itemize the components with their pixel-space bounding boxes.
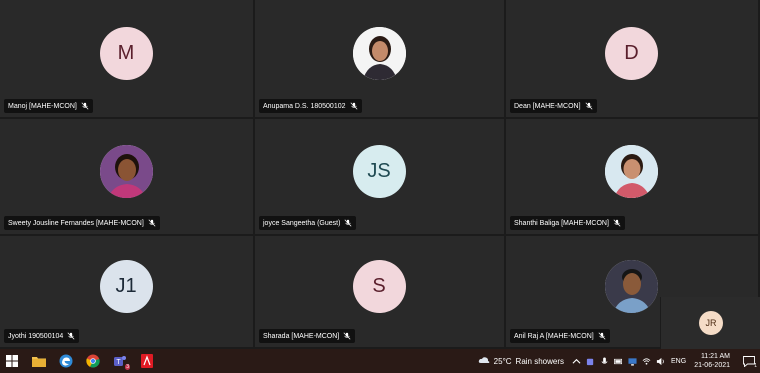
- language-indicator[interactable]: ENG: [671, 358, 686, 365]
- participant-tile[interactable]: Anupama D.S. 180500102: [255, 0, 506, 119]
- microphone-icon[interactable]: [600, 356, 609, 366]
- notification-icon: [743, 355, 755, 367]
- participant-avatar: D: [605, 26, 658, 80]
- participant-name-label: Sharada [MAHE-MCON]: [259, 329, 356, 343]
- system-tray: 25°C Rain showers ENG 11:21 AM 21-06-202…: [478, 349, 760, 373]
- person-photo-icon: [605, 259, 658, 313]
- notification-badge: 1: [754, 363, 757, 369]
- participant-tile[interactable]: M Manoj [MAHE-MCON]: [0, 0, 255, 119]
- edge-icon[interactable]: [54, 349, 78, 373]
- participant-name: Jyothi 190500104: [8, 332, 64, 340]
- muted-mic-icon: [81, 102, 89, 110]
- windows-taskbar: T 3 25°C Rain showers ENG 11:21 AM 21-06…: [0, 349, 760, 373]
- muted-mic-icon: [148, 219, 156, 227]
- person-photo-icon: [99, 144, 153, 198]
- participant-name-label: Anupama D.S. 180500102: [259, 99, 362, 113]
- teams-icon[interactable]: T 3: [108, 349, 132, 373]
- weather-temp: 25°C: [493, 356, 512, 366]
- participant-avatar: M: [99, 26, 153, 80]
- chevron-up-icon[interactable]: [572, 357, 581, 366]
- muted-mic-icon: [350, 102, 357, 110]
- speaker-icon[interactable]: [656, 357, 665, 366]
- participant-name: Dean [MAHE-MCON]: [514, 102, 581, 110]
- participant-name: Anil Raj A [MAHE-MCON]: [514, 332, 594, 340]
- participant-photo-avatar: [605, 259, 658, 313]
- tray-icons: [572, 356, 665, 366]
- participant-tile[interactable]: J1 Jyothi 190500104: [0, 236, 255, 349]
- weather-widget[interactable]: 25°C Rain showers: [478, 356, 564, 366]
- muted-mic-icon: [585, 102, 592, 110]
- participant-name: Sweety Jousline Fernandes [MAHE-MCON]: [8, 219, 144, 227]
- notification-center-button[interactable]: 1: [738, 349, 760, 373]
- participant-avatar: S: [352, 259, 406, 313]
- teams-badge: 3: [125, 364, 130, 370]
- participant-tile[interactable]: D Dean [MAHE-MCON]: [506, 0, 760, 119]
- participant-photo-avatar: [605, 144, 658, 198]
- participant-grid: M Manoj [MAHE-MCON] Anupama D.S. 1805001…: [0, 0, 760, 349]
- participant-name: Anupama D.S. 180500102: [263, 102, 346, 110]
- participant-name-label: Sweety Jousline Fernandes [MAHE-MCON]: [4, 216, 160, 230]
- clock[interactable]: 11:21 AM 21-06-2021: [694, 352, 730, 370]
- muted-mic-icon: [343, 332, 351, 340]
- weather-condition: Rain showers: [515, 356, 565, 366]
- participant-avatar: JS: [352, 144, 406, 198]
- cloud-rain-icon: [478, 357, 490, 363]
- svg-text:T: T: [116, 359, 121, 366]
- muted-mic-icon: [67, 332, 75, 340]
- participant-tile[interactable]: JS joyce Sangeetha (Guest): [255, 119, 506, 236]
- battery-icon[interactable]: [614, 357, 623, 366]
- file-explorer-icon[interactable]: [27, 349, 51, 373]
- wifi-icon[interactable]: [642, 357, 651, 366]
- participant-tile[interactable]: S Sharada [MAHE-MCON]: [255, 236, 506, 349]
- participant-name-label: Jyothi 190500104: [4, 329, 80, 343]
- participant-name-label: Manoj [MAHE-MCON]: [4, 99, 93, 113]
- clock-date: 21-06-2021: [694, 362, 730, 369]
- participant-name-label: Shanthi Baliga [MAHE-MCON]: [510, 216, 625, 230]
- participant-name: Sharada [MAHE-MCON]: [263, 332, 340, 340]
- participant-name-label: Anil Raj A [MAHE-MCON]: [510, 329, 610, 343]
- clock-time: 11:21 AM: [700, 353, 730, 360]
- windows-start-icon[interactable]: [0, 349, 24, 373]
- self-view-tile[interactable]: JR: [660, 297, 760, 349]
- acrobat-icon[interactable]: [135, 349, 159, 373]
- participant-name: Shanthi Baliga [MAHE-MCON]: [514, 219, 609, 227]
- meeting-stage: M Manoj [MAHE-MCON] Anupama D.S. 1805001…: [0, 0, 760, 349]
- participant-name-label: Dean [MAHE-MCON]: [510, 99, 597, 113]
- participant-avatar: J1: [99, 259, 153, 313]
- participant-tile[interactable]: Shanthi Baliga [MAHE-MCON]: [506, 119, 760, 236]
- person-photo-icon: [605, 144, 658, 198]
- chrome-icon[interactable]: [81, 349, 105, 373]
- participant-name: joyce Sangeetha (Guest): [263, 219, 341, 227]
- display-icon[interactable]: [628, 357, 637, 366]
- muted-mic-icon: [344, 219, 352, 227]
- muted-mic-icon: [598, 332, 606, 340]
- participant-tile[interactable]: Sweety Jousline Fernandes [MAHE-MCON]: [0, 119, 255, 236]
- participant-name: Manoj [MAHE-MCON]: [8, 102, 77, 110]
- person-photo-icon: [352, 26, 406, 80]
- muted-mic-icon: [613, 219, 621, 227]
- teams-tray-icon[interactable]: [586, 357, 595, 366]
- self-avatar: JR: [699, 311, 723, 335]
- participant-photo-avatar: [352, 26, 406, 80]
- participant-photo-avatar: [99, 144, 153, 198]
- participant-name-label: joyce Sangeetha (Guest): [259, 216, 357, 230]
